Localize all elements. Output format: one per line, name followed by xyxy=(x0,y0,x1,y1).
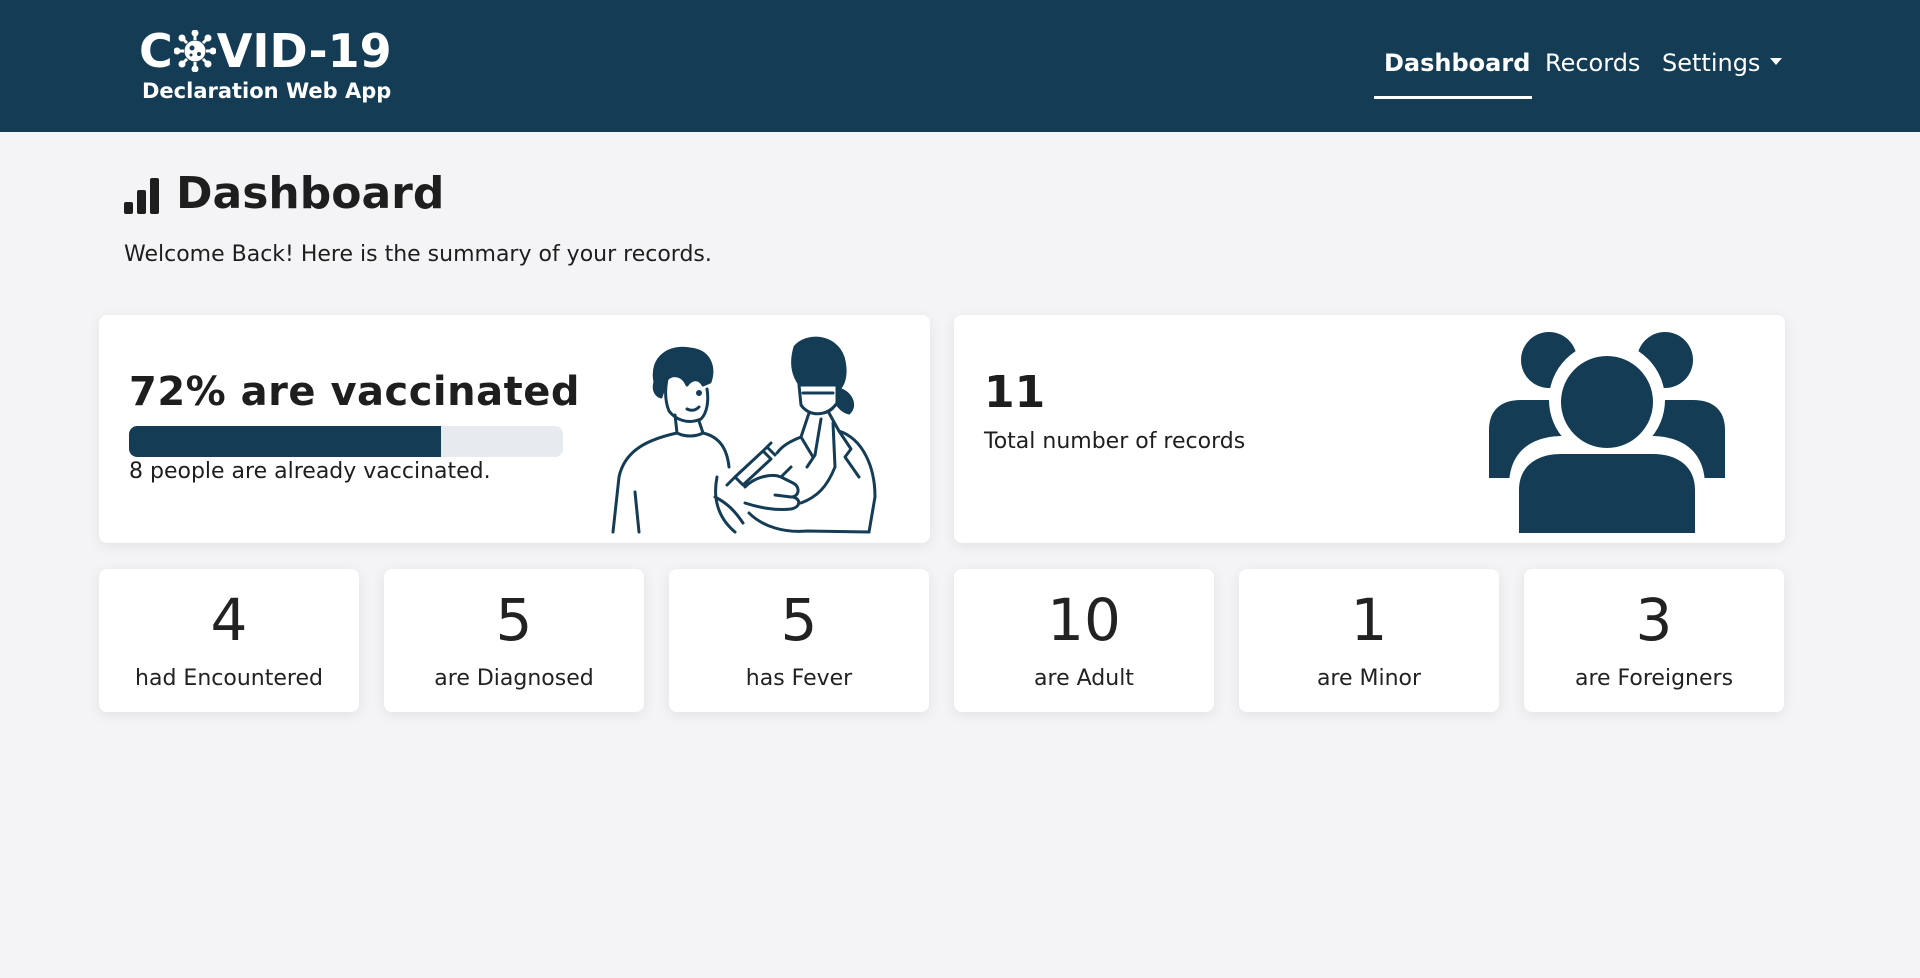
page-title: Dashboard xyxy=(124,166,712,222)
vaccination-progress xyxy=(129,426,563,457)
stat-label: are Diagnosed xyxy=(434,666,594,691)
vaccination-title: 72% are vaccinated xyxy=(129,369,580,415)
stat-value: 5 xyxy=(780,586,818,654)
brand-logo[interactable]: C VID-19 Declaration Web App xyxy=(139,26,392,104)
page-header: Dashboard Welcome Back! Here is the summ… xyxy=(124,166,712,267)
total-records-card: 11 Total number of records xyxy=(954,315,1785,543)
nav-settings-label: Settings xyxy=(1662,49,1761,77)
vaccination-card: 72% are vaccinated 8 people are already … xyxy=(99,315,930,543)
nav-settings-dropdown[interactable]: Settings xyxy=(1662,46,1783,80)
stat-value: 1 xyxy=(1350,586,1388,654)
stat-card-adult: 10 are Adult xyxy=(954,569,1214,712)
stat-label: are Minor xyxy=(1316,666,1422,691)
stat-card-minor: 1 are Minor xyxy=(1239,569,1499,712)
vaccination-subtitle: 8 people are already vaccinated. xyxy=(129,459,491,484)
brand-title-end: VID-19 xyxy=(216,24,392,78)
virus-icon xyxy=(173,30,216,72)
stat-label: are Foreigners xyxy=(1574,666,1734,691)
stat-value: 5 xyxy=(495,586,533,654)
stat-value: 3 xyxy=(1635,586,1673,654)
stat-label: has Fever xyxy=(745,666,853,691)
stat-card-diagnosed: 5 are Diagnosed xyxy=(384,569,644,712)
brand-subtitle: Declaration Web App xyxy=(142,79,392,103)
stat-value: 10 xyxy=(1047,586,1121,654)
page-subtitle: Welcome Back! Here is the summary of you… xyxy=(124,242,712,267)
page-title-text: Dashboard xyxy=(176,168,445,219)
stat-card-fever: 5 has Fever xyxy=(669,569,929,712)
brand-title-start: C xyxy=(139,24,173,78)
users-icon xyxy=(1489,332,1725,533)
stat-card-foreigners: 3 are Foreigners xyxy=(1524,569,1784,712)
nav-dashboard[interactable]: Dashboard xyxy=(1384,46,1530,80)
stat-card-encountered: 4 had Encountered xyxy=(99,569,359,712)
vaccination-progress-fill xyxy=(129,426,442,457)
caret-down-icon xyxy=(1770,57,1783,65)
stat-value: 4 xyxy=(210,586,248,654)
total-records-label: Total number of records xyxy=(984,429,1246,454)
brand-title: C VID-19 xyxy=(139,26,392,76)
stat-label: are Adult xyxy=(1034,666,1134,691)
top-navbar: C VID-19 Declaration Web App Dashboard R… xyxy=(0,0,1920,132)
bar-chart-icon xyxy=(124,178,159,214)
nav-active-indicator xyxy=(1374,96,1532,99)
nav-records[interactable]: Records xyxy=(1545,46,1640,80)
stat-label: had Encountered xyxy=(135,666,323,691)
total-records-value: 11 xyxy=(984,367,1046,418)
vaccination-illustration xyxy=(611,336,877,534)
